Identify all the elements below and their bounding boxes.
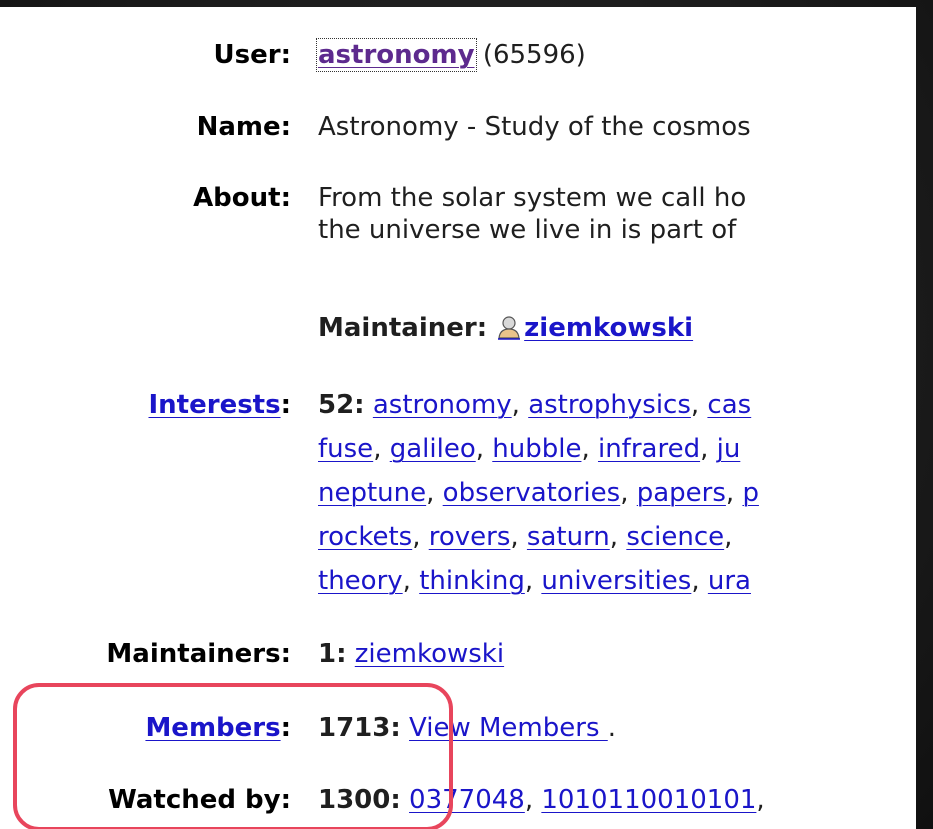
interest-tag-link[interactable]: thinking: [419, 566, 525, 596]
user-id: (65596): [482, 40, 586, 70]
members-label: Members:: [145, 713, 291, 743]
interest-tag-link[interactable]: theory: [318, 566, 403, 596]
screenshot-stage: User: astronomy (65596) Name: Astronomy …: [0, 0, 933, 829]
interests-value: 52: astronomy, astrophysics, cas fuse, ga…: [318, 383, 759, 603]
interest-tag-link[interactable]: rockets: [318, 522, 412, 552]
watched-by-value: 1300: 0377048, 1010110010101,: [318, 785, 765, 815]
user-label: User:: [213, 40, 291, 70]
watched-by-count: 1300:: [318, 785, 401, 815]
view-members-link[interactable]: View Members: [409, 713, 608, 743]
members-trailing: .: [607, 713, 617, 743]
interest-tag-link[interactable]: rovers: [429, 522, 511, 552]
interest-tag-link[interactable]: neptune: [318, 478, 426, 508]
watcher-link[interactable]: 0377048: [409, 785, 525, 815]
interests-line: neptune, observatories, papers, p: [318, 478, 759, 508]
username-link[interactable]: astronomy: [316, 38, 477, 72]
interests-row: Interests: 52: astronomy, astrophysics, …: [0, 383, 916, 603]
interest-tag-link[interactable]: cas: [707, 390, 751, 420]
interests-line: 52: astronomy, astrophysics, cas: [318, 390, 752, 420]
interests-line: theory, thinking, universities, ura: [318, 566, 751, 596]
interest-tag-link[interactable]: ura: [708, 566, 751, 596]
interest-tag-link[interactable]: hubble: [492, 434, 581, 464]
about-value: From the solar system we call ho the uni…: [318, 176, 746, 252]
watched-by-label: Watched by:: [108, 785, 291, 815]
interest-tag-link[interactable]: universities: [541, 566, 691, 596]
about-row: About: From the solar system we call ho …: [0, 176, 916, 264]
user-value: astronomy (65596): [316, 33, 586, 77]
members-label-link[interactable]: Members: [145, 713, 280, 743]
interests-line: fuse, galileo, hubble, infrared, ju: [318, 434, 741, 464]
name-label: Name:: [196, 112, 291, 142]
interests-line: rockets, rovers, saturn, science,: [318, 522, 733, 552]
members-value: 1713: View Members .: [318, 706, 616, 750]
members-count: 1713:: [318, 713, 401, 743]
interests-link[interactable]: Interests: [149, 390, 281, 420]
maintainers-count: 1:: [318, 639, 347, 669]
interest-tag-link[interactable]: p: [742, 478, 759, 508]
interest-tag-link[interactable]: galileo: [390, 434, 476, 464]
interest-tag-link[interactable]: infrared: [598, 434, 700, 464]
maintainers-label: Maintainers:: [106, 639, 291, 669]
profile-panel: User: astronomy (65596) Name: Astronomy …: [0, 7, 916, 829]
interest-tag-link[interactable]: science: [626, 522, 724, 552]
name-value: Astronomy - Study of the cosmos: [318, 112, 751, 142]
interest-tag-link[interactable]: ju: [717, 434, 741, 464]
maintainers-value: 1: ziemkowski: [318, 632, 504, 676]
interest-tag-link[interactable]: saturn: [527, 522, 610, 552]
interests-label: Interests:: [148, 390, 292, 420]
maintainer-label: Maintainer:: [318, 313, 488, 343]
user-icon: [498, 316, 521, 340]
about-line-2: the universe we live in is part of: [318, 215, 737, 245]
interest-tag-link[interactable]: astronomy: [373, 390, 512, 420]
maintainer-link[interactable]: ziemkowski: [524, 313, 693, 343]
interest-tag-link[interactable]: fuse: [318, 434, 373, 464]
maintainer-value: Maintainer: ziemkowski: [318, 306, 693, 350]
watcher-link[interactable]: 1010110010101: [541, 785, 756, 815]
interest-tag-link[interactable]: observatories: [443, 478, 621, 508]
interest-tag-link[interactable]: astrophysics: [528, 390, 691, 420]
interests-count: 52:: [318, 390, 365, 420]
about-label: About:: [193, 183, 291, 213]
maintainers-link[interactable]: ziemkowski: [355, 639, 504, 669]
interest-tag-link[interactable]: papers: [637, 478, 726, 508]
